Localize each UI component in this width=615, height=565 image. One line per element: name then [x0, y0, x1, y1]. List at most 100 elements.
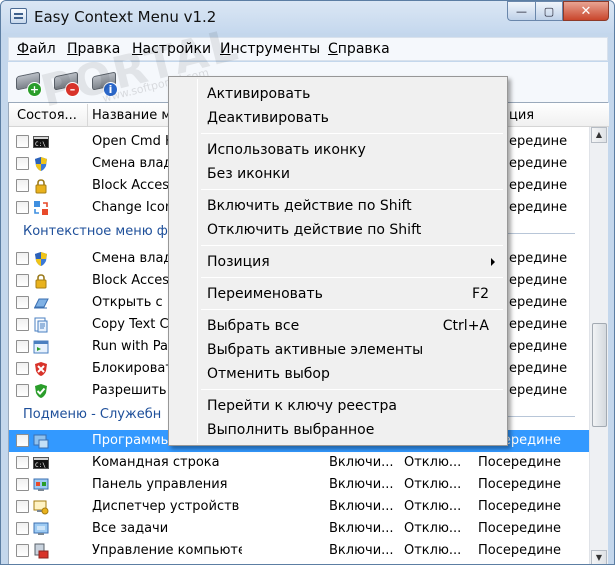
context-menu-item-17[interactable]: Перейти к ключу реестра	[171, 395, 505, 417]
run-params-icon	[33, 339, 49, 355]
context-menu-item-label: Выполнить выбранное	[207, 422, 375, 438]
row-checkbox[interactable]	[16, 544, 29, 557]
context-menu-item-15[interactable]: Отменить выбор	[171, 363, 505, 385]
row-checkbox[interactable]	[16, 434, 29, 447]
drive-add-button[interactable]: +	[14, 68, 44, 98]
row-checkbox[interactable]	[16, 362, 29, 375]
context-menu-item-1[interactable]: Деактивировать	[171, 107, 505, 129]
all-tasks-icon	[33, 521, 49, 537]
scroll-down-button[interactable]: ▼	[591, 550, 607, 564]
shield-allow-icon	[33, 383, 49, 399]
context-menu-item-label: Деактивировать	[207, 110, 329, 126]
drive-info-button[interactable]: i	[90, 68, 120, 98]
row-checkbox[interactable]	[16, 274, 29, 287]
context-menu-separator	[201, 189, 503, 190]
row-disable-text: Отклю...	[404, 499, 462, 514]
context-menu-item-0[interactable]: Активировать	[171, 83, 505, 105]
context-menu-item-13[interactable]: Выбрать все Ctrl+A	[171, 315, 505, 337]
context-menu-item-label: Перейти к ключу реестра	[207, 398, 397, 414]
row-position: Посередине	[478, 499, 562, 514]
shield-uac-icon	[33, 156, 49, 172]
context-menu-item-18[interactable]: Выполнить выбранное	[171, 419, 505, 441]
row-checkbox[interactable]	[16, 340, 29, 353]
context-menu-shortcut: Ctrl+A	[442, 318, 489, 334]
context-menu-item-9[interactable]: Позиция	[171, 251, 505, 273]
context-menu-item-7[interactable]: Отключить действие по Shift	[171, 219, 505, 241]
context-menu: Активировать Деактивировать Использовать и…	[168, 76, 508, 446]
cmd-icon: C:\	[33, 134, 49, 150]
table-row[interactable]: Управление компьютером Включи... Отклю... П…	[9, 540, 589, 562]
context-menu-item-14[interactable]: Выбрать активные элементы	[171, 339, 505, 361]
menu-bar: Файл Правка Настройки Инструменты Справка	[8, 37, 608, 61]
shield-block-icon	[33, 361, 49, 377]
row-checkbox[interactable]	[16, 135, 29, 148]
row-position: Посередине	[478, 521, 562, 536]
context-menu-item-label: Без иконки	[207, 166, 290, 182]
menu-2[interactable]: Настройки	[132, 41, 211, 57]
row-disable-text: Отклю...	[404, 455, 462, 470]
menu-label: равка	[77, 41, 121, 57]
context-menu-item-4[interactable]: Без иконки	[171, 163, 505, 185]
row-checkbox[interactable]	[16, 318, 29, 331]
context-menu-separator	[201, 245, 503, 246]
menu-0[interactable]: Файл	[17, 41, 56, 57]
table-row[interactable]: Панель управления Включи... Отклю... Посере…	[9, 474, 589, 496]
context-menu-item-label: Отменить выбор	[207, 366, 330, 382]
row-name: Командная строка	[92, 455, 220, 470]
table-row[interactable]: Все задачи Включи... Отклю... Посередине	[9, 518, 589, 540]
row-checkbox[interactable]	[16, 500, 29, 513]
row-checkbox[interactable]	[16, 252, 29, 265]
row-checkbox[interactable]	[16, 478, 29, 491]
main-window: Easy Context Menu v1.2 — ▢ ✕ Файл Правка Н…	[0, 0, 615, 565]
close-button[interactable]: ✕	[563, 1, 609, 21]
row-checkbox[interactable]	[16, 296, 29, 309]
row-checkbox[interactable]	[16, 522, 29, 535]
context-menu-item-label: Использовать иконку	[207, 142, 366, 158]
svg-text:C:\: C:\	[35, 462, 46, 469]
vertical-scrollbar[interactable]: ▲ ▼	[589, 127, 608, 564]
context-menu-item-label: Позиция	[207, 254, 270, 270]
menu-1[interactable]: Правка	[67, 41, 120, 57]
table-row[interactable]: Диспетчер устройств Включи... Отклю... Посе…	[9, 496, 589, 518]
column-divider[interactable]	[87, 104, 88, 126]
context-menu-item-label: Выбрать активные элементы	[207, 342, 424, 358]
table-row[interactable]: C:\ Командная строка Включи... Отклю... Посе…	[9, 452, 589, 474]
submenu-arrow-icon	[491, 258, 495, 266]
row-position: Посередине	[478, 455, 562, 470]
menu-mnemonic: П	[67, 41, 78, 57]
minimize-button[interactable]: —	[507, 1, 535, 21]
row-checkbox[interactable]	[16, 201, 29, 214]
menu-mnemonic: И	[220, 41, 231, 57]
row-enable-text: Включи...	[329, 521, 394, 536]
group-header: Подменю - Служебн	[23, 407, 162, 422]
scroll-thumb[interactable]	[592, 323, 607, 427]
column-header-position[interactable]: ция	[509, 108, 579, 123]
context-menu-separator	[201, 133, 503, 134]
window-controls: — ▢ ✕	[507, 1, 609, 21]
row-name: Диспетчер устройств	[92, 499, 240, 514]
row-enable-text: Включи...	[329, 499, 394, 514]
app-icon	[10, 8, 27, 24]
row-checkbox[interactable]	[16, 157, 29, 170]
context-menu-item-3[interactable]: Использовать иконку	[171, 139, 505, 161]
row-position: Посередине	[478, 477, 562, 492]
row-checkbox[interactable]	[16, 384, 29, 397]
context-menu-item-label: Отключить действие по Shift	[207, 222, 422, 238]
maximize-button[interactable]: ▢	[535, 1, 563, 21]
menu-3[interactable]: Инструменты	[220, 41, 320, 57]
context-menu-item-label: Активировать	[207, 86, 311, 102]
row-name: Все задачи	[92, 521, 169, 536]
menu-4[interactable]: Справка	[328, 41, 390, 57]
column-header-status[interactable]: Состоя...	[17, 108, 87, 123]
drive-remove-button[interactable]: –	[52, 68, 82, 98]
context-menu-item-6[interactable]: Включить действие по Shift	[171, 195, 505, 217]
drive-remove-icon: –	[65, 82, 80, 97]
computer-mgmt-icon	[33, 543, 49, 559]
context-menu-item-11[interactable]: Переименовать F2	[171, 283, 505, 305]
title-bar[interactable]: Easy Context Menu v1.2 — ▢ ✕	[1, 1, 614, 33]
row-checkbox[interactable]	[16, 456, 29, 469]
scroll-up-button[interactable]: ▲	[591, 127, 607, 143]
programs-icon	[33, 433, 49, 449]
copy-text-icon	[33, 317, 49, 333]
row-checkbox[interactable]	[16, 179, 29, 192]
